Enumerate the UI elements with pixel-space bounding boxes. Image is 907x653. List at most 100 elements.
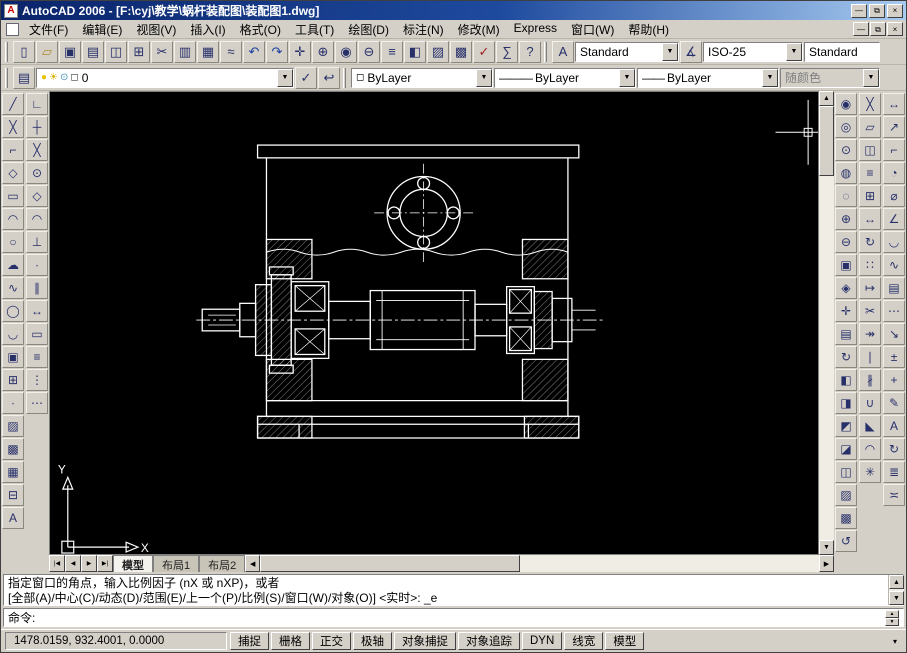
vertical-scroll-thumb[interactable] (819, 106, 834, 176)
divide-tool[interactable]: ⋮ (26, 369, 48, 391)
sheetset-manager-button[interactable]: ▩ (450, 41, 472, 63)
region-tool[interactable]: ▦ (2, 461, 24, 483)
zoom-window-button[interactable]: ◉ (335, 41, 357, 63)
menu-tools[interactable]: 工具(T) (288, 19, 341, 40)
close-button[interactable]: × (887, 4, 903, 18)
menu-window[interactable]: 窗口(W) (564, 19, 621, 40)
tab-next-button[interactable]: ▶ (81, 555, 97, 572)
named-views-tool[interactable]: ▤ (835, 323, 857, 345)
regen-tool[interactable]: ↺ (835, 530, 857, 552)
help-button[interactable]: ? (519, 41, 541, 63)
table-tool[interactable]: ⊟ (2, 484, 24, 506)
document-icon[interactable] (6, 23, 19, 36)
lineweight-dropdown[interactable]: —— ByLayer ▼ (637, 68, 779, 88)
scroll-left-icon[interactable]: ◀ (245, 555, 260, 572)
chamfer-tool[interactable]: ◣ (859, 415, 881, 437)
snap-endpoint-tool[interactable]: ∟ (26, 93, 48, 115)
dimension-update-tool[interactable]: ↻ (883, 438, 905, 460)
scroll-up-icon[interactable]: ▲ (885, 610, 899, 618)
snap-toggle[interactable]: 捕捉 (230, 632, 269, 650)
gradient-tool[interactable]: ▩ (2, 438, 24, 460)
pan-realtime-tool[interactable]: ✛ (835, 300, 857, 322)
diameter-dimension-tool[interactable]: ⌀ (883, 185, 905, 207)
snap-node-tool[interactable]: ∙ (26, 254, 48, 276)
tab-prev-button[interactable]: ◀ (65, 555, 81, 572)
tab-first-button[interactable]: |◀ (49, 555, 65, 572)
fillet-tool[interactable]: ◠ (859, 438, 881, 460)
offset-tool[interactable]: ≡ (859, 162, 881, 184)
quick-leader-tool[interactable]: ↘ (883, 323, 905, 345)
snap-quadrant-tool[interactable]: ◇ (26, 185, 48, 207)
toolbar-grip[interactable] (5, 42, 8, 62)
dim-style-dropdown[interactable]: ISO-25 ▼ (703, 42, 803, 62)
menu-help[interactable]: 帮助(H) (621, 19, 676, 40)
rectangle-tool[interactable]: ▭ (2, 185, 24, 207)
scroll-down-icon[interactable]: ▼ (819, 540, 834, 555)
copy-object-tool[interactable]: ▱ (859, 116, 881, 138)
jogged-dimension-tool[interactable]: ∿ (883, 254, 905, 276)
polygon-tool[interactable]: ◇ (2, 162, 24, 184)
ellipse-tool[interactable]: ◯ (2, 300, 24, 322)
redo-button[interactable]: ↷ (266, 41, 288, 63)
quickcalc-button[interactable]: ∑ (496, 41, 518, 63)
zoom-in-tool[interactable]: ⊕ (835, 208, 857, 230)
continue-dimension-tool[interactable]: ⋯ (883, 300, 905, 322)
join-tool[interactable]: ∪ (859, 392, 881, 414)
left-view-tool[interactable]: ◩ (835, 415, 857, 437)
menu-view[interactable]: 视图(V) (129, 19, 183, 40)
restore-button[interactable]: ⧉ (869, 4, 885, 18)
zoom-out-tool[interactable]: ⊖ (835, 231, 857, 253)
insert-block-tool[interactable]: ▣ (2, 346, 24, 368)
construction-line-tool[interactable]: ╳ (2, 116, 24, 138)
break-at-point-tool[interactable]: ∣ (859, 346, 881, 368)
snap-intersection-tool[interactable]: ╳ (26, 139, 48, 161)
scroll-up-icon[interactable]: ▲ (889, 575, 904, 589)
qnew-button[interactable]: ▯ (13, 41, 35, 63)
dim-style-icon[interactable]: ∡ (680, 41, 702, 63)
lineweight-toggle[interactable]: 线宽 (564, 632, 603, 650)
radius-dimension-tool[interactable]: ◔ (883, 162, 905, 184)
toolbar-grip[interactable] (5, 68, 8, 88)
model-toggle[interactable]: 模型 (605, 632, 644, 650)
chevron-down-icon[interactable]: ▼ (786, 43, 802, 61)
scroll-right-icon[interactable]: ▶ (819, 555, 834, 572)
array-tool[interactable]: ⊞ (859, 185, 881, 207)
mdi-minimize-button[interactable]: — (853, 22, 869, 36)
menu-express[interactable]: Express (507, 19, 564, 40)
pan-button[interactable]: ✛ (289, 41, 311, 63)
zoom-scale-tool[interactable]: ⊙ (835, 139, 857, 161)
undo-button[interactable]: ↶ (243, 41, 265, 63)
baseline-dimension-tool[interactable]: ▤ (883, 277, 905, 299)
designcenter-button[interactable]: ◧ (404, 41, 426, 63)
line-tool[interactable]: ╱ (2, 93, 24, 115)
horizontal-scrollbar[interactable]: ◀ ▶ (245, 555, 834, 572)
color-dropdown[interactable]: ◻ ByLayer ▼ (351, 68, 493, 88)
snap-parallel-tool[interactable]: ∥ (26, 277, 48, 299)
trim-tool[interactable]: ✂ (859, 300, 881, 322)
dimension-text-edit-tool[interactable]: A (883, 415, 905, 437)
text-style-dropdown[interactable]: Standard ▼ (575, 42, 679, 62)
center-mark-tool[interactable]: + (883, 369, 905, 391)
distance-tool[interactable]: ↔ (26, 300, 48, 322)
mdi-restore-button[interactable]: ⧉ (870, 22, 886, 36)
stretch-tool[interactable]: ↦ (859, 277, 881, 299)
markup-button[interactable]: ✓ (473, 41, 495, 63)
properties-button[interactable]: ≡ (381, 41, 403, 63)
dimension-style-tool[interactable]: ≍ (883, 484, 905, 506)
scale-tool[interactable]: ∷ (859, 254, 881, 276)
menu-dimension[interactable]: 标注(N) (396, 19, 451, 40)
ellipse-arc-tool[interactable]: ◡ (2, 323, 24, 345)
make-block-tool[interactable]: ⊞ (2, 369, 24, 391)
mirror-tool[interactable]: ◫ (859, 139, 881, 161)
status-menu-button[interactable]: ▾ (888, 633, 902, 649)
zoom-extents-tool[interactable]: ◈ (835, 277, 857, 299)
zoom-all-tool[interactable]: ▣ (835, 254, 857, 276)
multiline-text-tool[interactable]: A (2, 507, 24, 529)
cut-button[interactable]: ✂ (151, 41, 173, 63)
menu-format[interactable]: 格式(O) (233, 19, 288, 40)
toolbar-grip[interactable] (544, 42, 547, 62)
save-button[interactable]: ▣ (59, 41, 81, 63)
zoom-window-tool[interactable]: ◉ (835, 93, 857, 115)
menu-modify[interactable]: 修改(M) (451, 19, 507, 40)
aligned-dimension-tool[interactable]: ↗ (883, 116, 905, 138)
